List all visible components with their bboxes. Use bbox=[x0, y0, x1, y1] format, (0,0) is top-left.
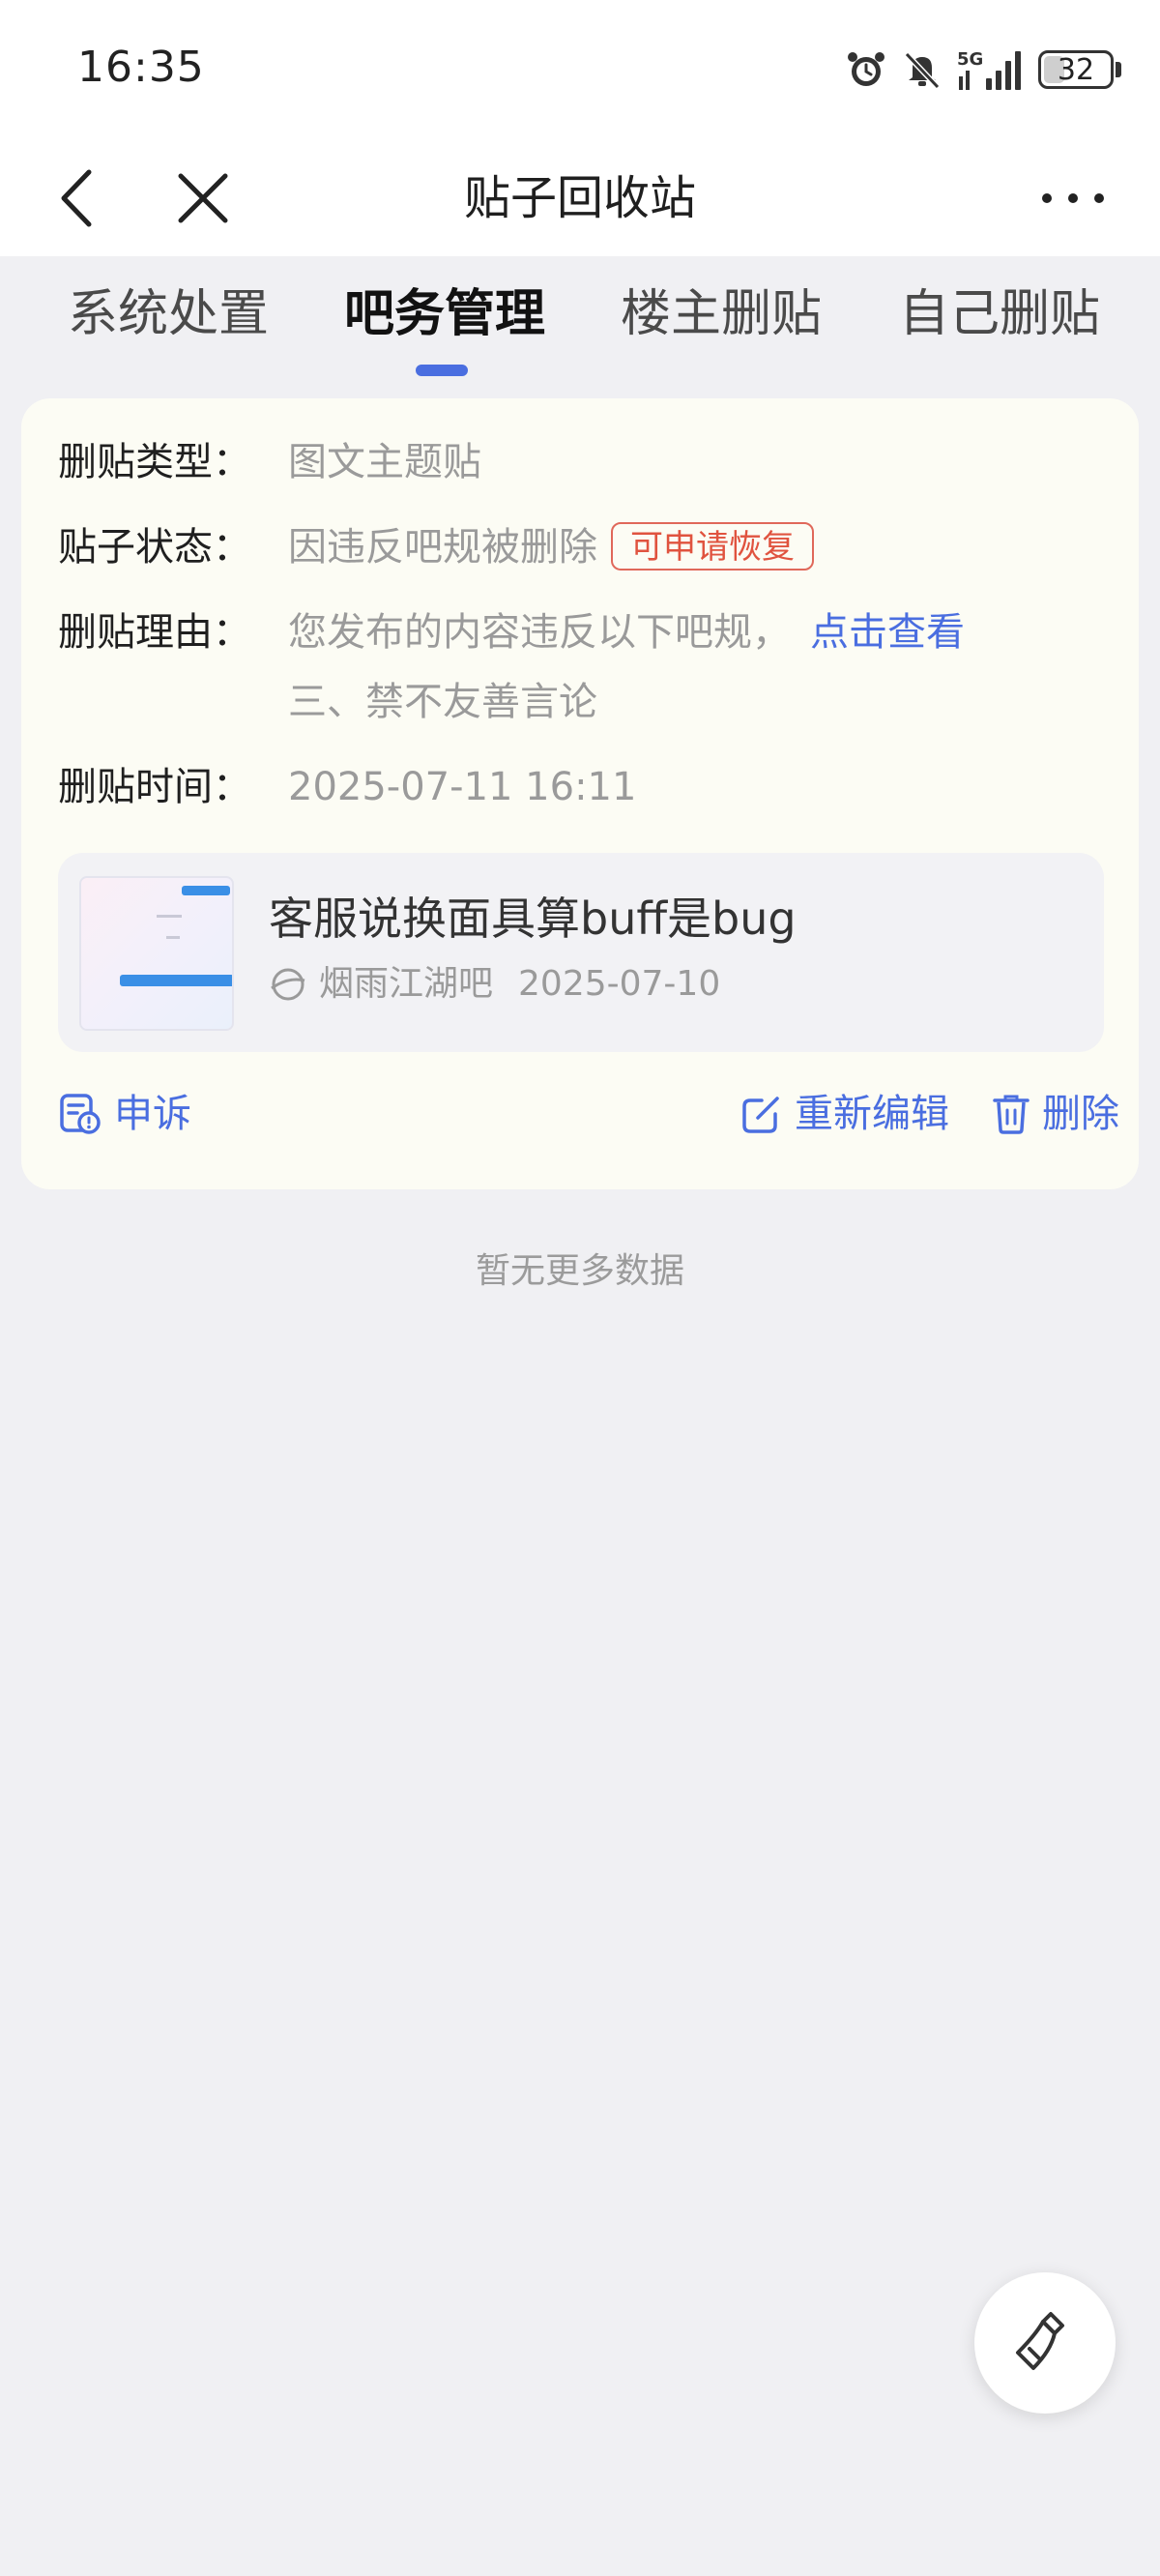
alarm-icon bbox=[845, 48, 887, 91]
appeal-label: 申诉 bbox=[114, 1092, 191, 1136]
clean-up-button[interactable] bbox=[974, 2272, 1116, 2414]
appeal-icon bbox=[60, 1094, 101, 1134]
more-button[interactable] bbox=[1034, 164, 1112, 232]
battery-icon: 32 bbox=[1038, 50, 1114, 89]
delete-reason-label: 删贴理由： bbox=[58, 610, 251, 655]
card-actions: 申诉 重新编辑 删除 bbox=[58, 1087, 1119, 1145]
tab-forum-admin[interactable]: 吧务管理 bbox=[344, 283, 545, 345]
status-icons: 5G 32 bbox=[845, 44, 1121, 95]
status-bar: 16:35 5G 32 bbox=[0, 0, 1160, 135]
forum-icon bbox=[269, 965, 307, 1004]
restore-badge[interactable]: 可申请恢复 bbox=[611, 522, 814, 571]
edit-icon bbox=[742, 1097, 779, 1133]
mute-icon bbox=[901, 48, 943, 91]
delete-reason-value: 您发布的内容违反以下吧规， bbox=[288, 610, 791, 655]
status-time: 16:35 bbox=[77, 43, 205, 92]
forum-name: 烟雨江湖吧 bbox=[319, 964, 494, 1004]
post-status-value: 因违反吧规被删除 bbox=[288, 525, 597, 570]
post-thumbnail bbox=[79, 876, 234, 1031]
no-more-data: 暂无更多数据 bbox=[475, 1251, 684, 1291]
delete-type-row: 删贴类型： 图文主题贴 bbox=[58, 435, 481, 489]
delete-time-row: 删贴时间： 2025-07-11 16:11 bbox=[58, 760, 636, 814]
post-date: 2025-07-10 bbox=[518, 964, 721, 1004]
delete-time-label: 删贴时间： bbox=[58, 765, 251, 809]
reedit-label: 重新编辑 bbox=[795, 1092, 949, 1136]
tab-system[interactable]: 系统处置 bbox=[68, 283, 269, 345]
tab-self-deleted[interactable]: 自己删贴 bbox=[899, 283, 1100, 345]
tab-op-deleted[interactable]: 楼主删贴 bbox=[621, 283, 822, 345]
more-icon bbox=[1042, 193, 1104, 203]
delete-time-value: 2025-07-11 16:11 bbox=[288, 765, 637, 809]
nav-bar: 贴子回收站 bbox=[0, 135, 1160, 256]
delete-type-label: 删贴类型： bbox=[58, 440, 251, 484]
delete-type-value: 图文主题贴 bbox=[288, 440, 481, 484]
tab-bar: 系统处置 吧务管理 楼主删贴 自己删贴 bbox=[0, 256, 1160, 387]
post-status-value-wrap: 因违反吧规被删除 可申请恢复 bbox=[288, 520, 814, 574]
deleted-post-card: 删贴类型： 图文主题贴 贴子状态： 因违反吧规被删除 可申请恢复 删贴理由： 您发… bbox=[21, 398, 1139, 1189]
delete-label: 删除 bbox=[1042, 1092, 1119, 1136]
post-title: 客服说换面具算buff是bug bbox=[269, 893, 797, 945]
post-meta: 烟雨江湖吧 2025-07-10 bbox=[269, 961, 720, 1008]
trash-icon bbox=[993, 1095, 1030, 1134]
delete-button[interactable]: 删除 bbox=[992, 1087, 1119, 1141]
page-title: 贴子回收站 bbox=[463, 171, 696, 225]
delete-reason-value-wrap: 您发布的内容违反以下吧规， 点击查看 bbox=[288, 605, 965, 659]
delete-reason-detail: 三、禁不友善言论 bbox=[288, 680, 597, 724]
battery-level: 32 bbox=[1057, 52, 1095, 87]
network-label: 5G bbox=[957, 49, 983, 70]
post-status-label: 贴子状态： bbox=[58, 525, 251, 570]
post-status-row: 贴子状态： 因违反吧规被删除 可申请恢复 bbox=[58, 520, 814, 574]
post-preview[interactable]: 客服说换面具算buff是bug 烟雨江湖吧 2025-07-10 bbox=[58, 853, 1104, 1052]
appeal-button[interactable]: 申诉 bbox=[58, 1087, 191, 1141]
view-rules-link[interactable]: 点击查看 bbox=[810, 610, 965, 655]
reedit-button[interactable]: 重新编辑 bbox=[740, 1087, 949, 1141]
delete-reason-row: 删贴理由： 您发布的内容违反以下吧规， 点击查看 bbox=[58, 605, 965, 659]
signal-icon: 5G bbox=[957, 47, 1025, 92]
broom-icon bbox=[1016, 2312, 1064, 2370]
active-tab-indicator bbox=[416, 365, 468, 376]
